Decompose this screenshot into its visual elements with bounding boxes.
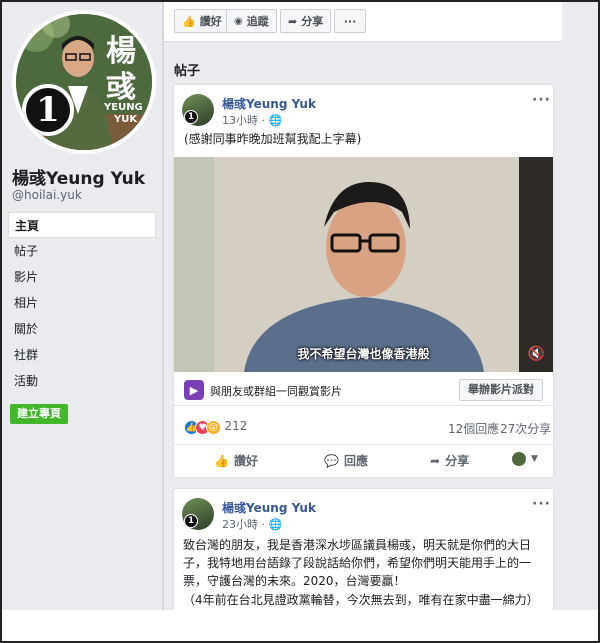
video-subtitle: 我不希望台灣也像香港般 bbox=[297, 347, 430, 361]
post-timestamp[interactable]: 23小時 · 🌐 bbox=[222, 516, 282, 532]
bottom-margin bbox=[2, 610, 598, 641]
avatar-name-en2: YUK bbox=[114, 114, 138, 125]
reaction-audience-selector[interactable]: ▼ bbox=[512, 452, 538, 466]
thumbs-up-icon: 👍 bbox=[182, 14, 196, 28]
nav-item-home[interactable]: 主頁 bbox=[8, 212, 156, 238]
post-options-icon[interactable]: ··· bbox=[532, 92, 551, 108]
watch-party-icon: ▶ bbox=[184, 380, 204, 400]
follow-page-button[interactable]: ◉ 追蹤 bbox=[226, 9, 277, 33]
follow-page-label: 追蹤 bbox=[246, 15, 269, 28]
like-post-button[interactable]: 👍 讚好 bbox=[214, 452, 258, 469]
comment-bubble-icon: 💬 bbox=[324, 453, 339, 468]
page-nav: 主頁 帖子 影片 相片 關於 社群 活動 bbox=[8, 212, 156, 394]
share-page-label: 分享 bbox=[301, 15, 324, 28]
profile-handle[interactable]: @hoilai.yuk bbox=[12, 188, 82, 202]
volume-mute-icon[interactable]: 🔇 bbox=[528, 346, 545, 362]
video-frame-image bbox=[174, 157, 553, 372]
posts-section-title: 帖子 bbox=[174, 64, 201, 79]
globe-icon: 🌐 bbox=[268, 114, 283, 127]
share-arrow-icon: ➦ bbox=[430, 453, 441, 468]
post-author-avatar[interactable]: 1 bbox=[182, 498, 214, 530]
post-body-line: 子，我特地用台語錄了段說話給你們，希望你們明天能用手上的一 bbox=[183, 556, 532, 570]
post-options-icon[interactable]: ··· bbox=[532, 496, 551, 512]
post-author-avatar[interactable]: 1 bbox=[182, 94, 214, 126]
host-watch-party-button[interactable]: 舉辦影片派對 bbox=[459, 379, 543, 401]
post-body-line: 票，守護台灣的未來。2020，台灣要贏！ bbox=[183, 574, 406, 588]
like-post-label: 讚好 bbox=[233, 454, 258, 468]
post-text: (感謝同事昨晚加班幫我配上字幕) bbox=[184, 132, 362, 146]
share-post-button[interactable]: ➦ 分享 bbox=[430, 452, 469, 469]
watch-party-row: ▶ 與朋友或群組一同觀賞影片 舉辦影片派對 bbox=[174, 374, 553, 406]
page-avatar-small-icon bbox=[512, 452, 526, 466]
nav-item-photos[interactable]: 相片 bbox=[8, 290, 156, 316]
share-page-button[interactable]: ➦ 分享 bbox=[280, 9, 332, 33]
reaction-count: 212 bbox=[224, 419, 248, 433]
more-options-button[interactable]: ··· bbox=[334, 9, 366, 33]
nav-item-events[interactable]: 活動 bbox=[8, 368, 156, 394]
post-body-line: 致台灣的朋友，我是香港深水埗區議員楊彧，明天就是你們的大日 bbox=[183, 538, 532, 552]
profile-name[interactable]: 楊彧Yeung Yuk bbox=[12, 164, 145, 189]
post-time-label: 23小時 · bbox=[222, 518, 265, 531]
nav-item-videos[interactable]: 影片 bbox=[8, 264, 156, 290]
create-page-button[interactable]: 建立專頁 bbox=[10, 404, 68, 424]
nav-item-community[interactable]: 社群 bbox=[8, 342, 156, 368]
post-body-line: （4年前在台北見證政黨輪替，今次無去到，唯有在家中盡一綿力） bbox=[183, 593, 539, 607]
like-page-button[interactable]: 👍 讚好 bbox=[174, 9, 230, 33]
post-action-bar: 👍 讚好 💬 回應 ➦ 分享 ▼ bbox=[174, 444, 553, 476]
video-player[interactable]: 我不希望台灣也像香港般 🔇 bbox=[174, 157, 553, 372]
post-body: 致台灣的朋友，我是香港深水埗區議員楊彧，明天就是你們的大日 子，我特地用台語錄了… bbox=[183, 536, 548, 609]
nav-item-about[interactable]: 關於 bbox=[8, 316, 156, 342]
share-arrow-icon: ➦ bbox=[288, 14, 298, 28]
share-count[interactable]: 27次分享 bbox=[500, 420, 551, 437]
post-timestamp[interactable]: 13小時 · 🌐 bbox=[222, 112, 282, 128]
share-post-label: 分享 bbox=[445, 454, 470, 468]
comment-button[interactable]: 💬 回應 bbox=[324, 452, 368, 469]
chevron-down-icon: ▼ bbox=[531, 454, 538, 464]
post-author-name[interactable]: 楊彧Yeung Yuk bbox=[222, 499, 316, 516]
like-page-label: 讚好 bbox=[199, 15, 222, 28]
rss-icon: ◉ bbox=[234, 15, 243, 27]
page-frame: 楊 彧 YEUNG YUK 1 楊彧Yeung Yuk @hoilai.yuk … bbox=[0, 0, 600, 643]
nav-item-posts[interactable]: 帖子 bbox=[8, 238, 156, 264]
profile-avatar[interactable]: 楊 彧 YEUNG YUK 1 bbox=[12, 10, 156, 154]
avatar-name-en: YEUNG bbox=[104, 102, 143, 113]
comment-label: 回應 bbox=[343, 454, 368, 468]
globe-icon: 🌐 bbox=[268, 518, 283, 531]
watch-together-text: 與朋友或群組一同觀賞影片 bbox=[210, 385, 342, 398]
more-dots-icon: ··· bbox=[343, 14, 357, 28]
reaction-summary[interactable]: 👍♥ 😮 212 bbox=[184, 419, 247, 435]
thumbs-up-outline-icon: 👍 bbox=[214, 453, 229, 468]
left-sidebar: 楊 彧 YEUNG YUK 1 楊彧Yeung Yuk @hoilai.yuk … bbox=[2, 2, 162, 641]
wow-reaction-icon: 😮 bbox=[206, 419, 221, 435]
avatar-name-mid: 彧 bbox=[106, 70, 136, 105]
post-author-name[interactable]: 楊彧Yeung Yuk bbox=[222, 95, 316, 112]
candidate-number-badge: 1 bbox=[22, 84, 74, 136]
column-divider bbox=[162, 2, 164, 641]
page-action-bar: 👍 讚好 ◉ 追蹤 ➦ 分享 ··· bbox=[164, 2, 562, 42]
comment-count[interactable]: 12個回應 bbox=[448, 420, 499, 437]
post-time-label: 13小時 · bbox=[222, 114, 265, 127]
